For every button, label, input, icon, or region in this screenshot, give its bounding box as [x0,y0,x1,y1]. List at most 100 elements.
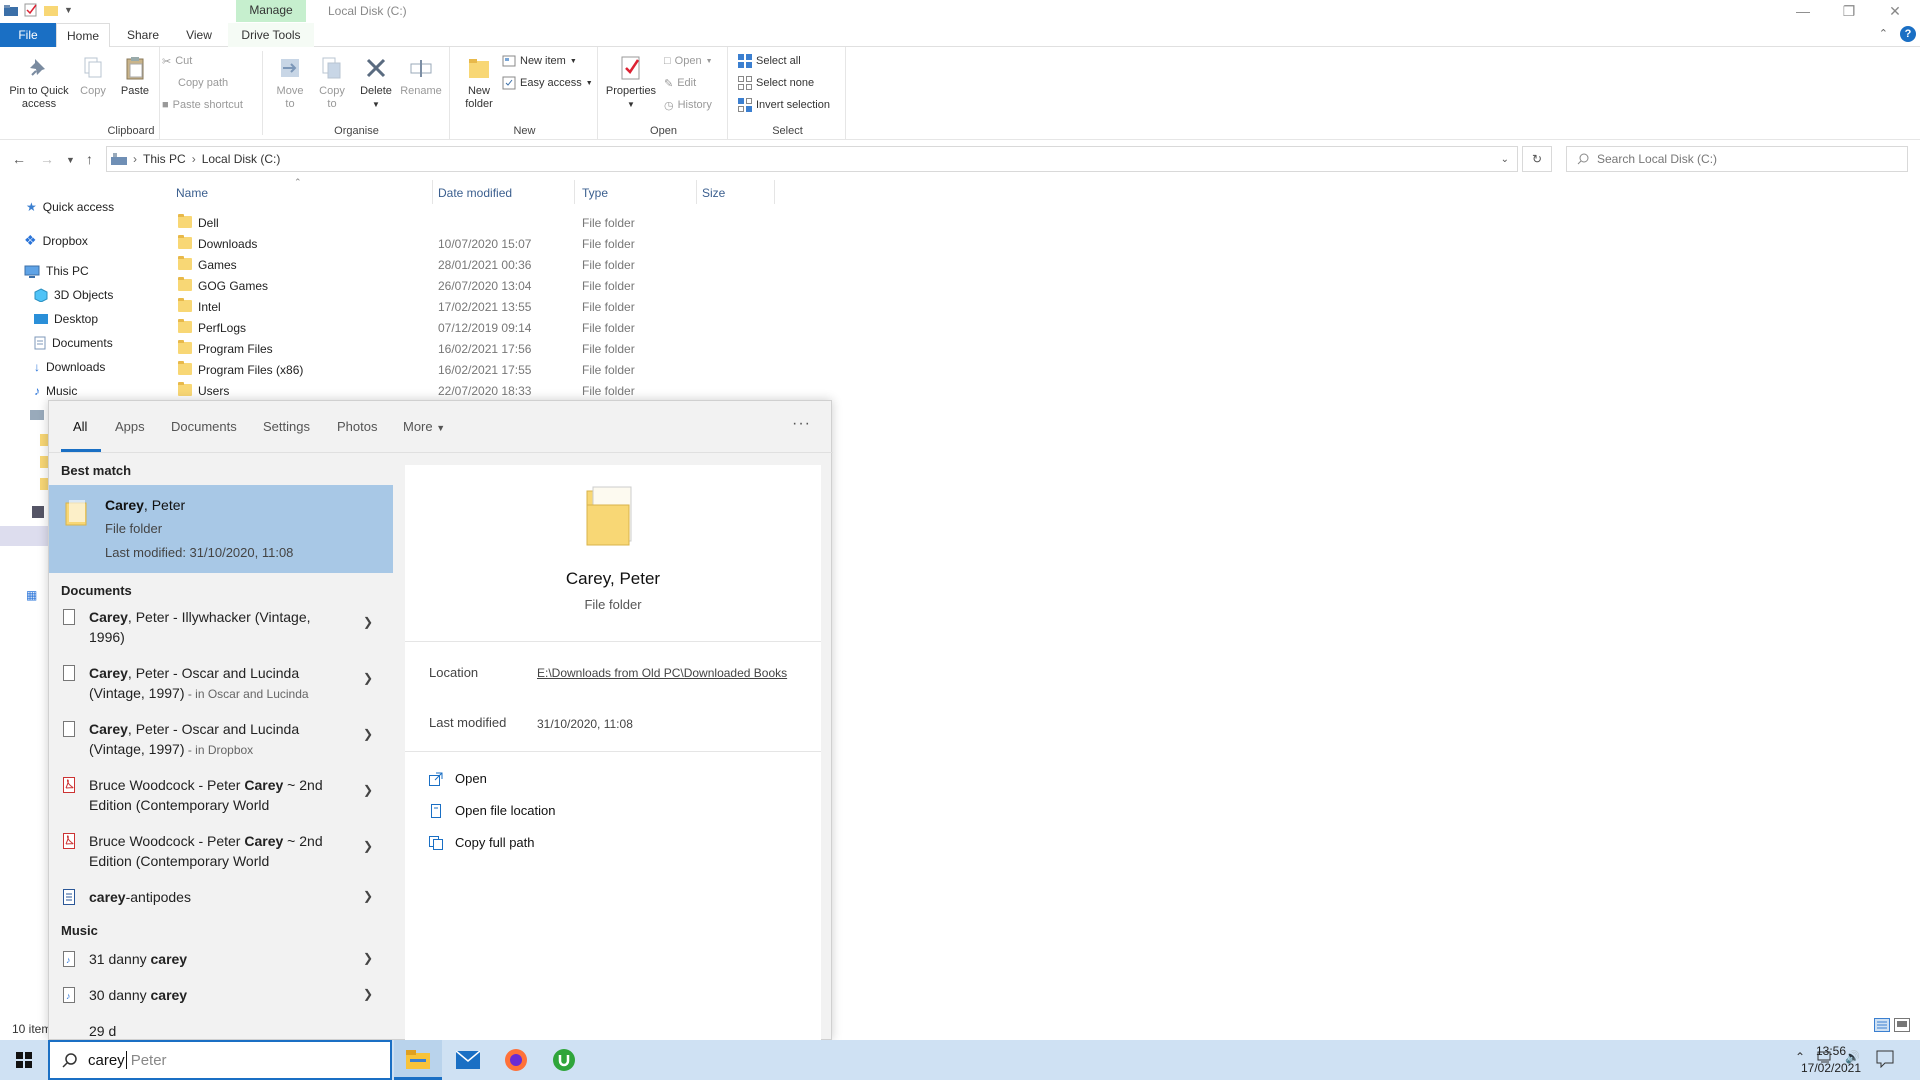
forward-arrow-icon[interactable]: → [40,151,54,167]
delete-button[interactable]: Delete ▼ [356,55,396,111]
music-result[interactable]: ♪ 30 danny carey ❯ [49,985,393,1011]
document-result[interactable]: carey-antipodes ❯ [49,887,393,915]
file-row[interactable]: GOG Games 26/07/2020 13:04 File folder [170,275,770,296]
properties-button[interactable]: Properties ▼ [602,55,660,111]
file-row[interactable]: Program Files 16/02/2021 17:56 File folder [170,338,770,359]
document-result[interactable]: Bruce Woodcock - Peter Carey ~ 2nd Editi… [49,831,393,875]
chevron-right-icon[interactable]: ❯ [363,839,373,853]
column-header-size[interactable]: Size [702,186,725,200]
new-item-button[interactable]: New item ▼ [502,53,577,69]
chevron-right-icon[interactable]: ❯ [363,987,373,1001]
paste-button[interactable]: Paste [116,55,154,98]
document-result[interactable]: Carey, Peter - Oscar and Lucinda (Vintag… [49,663,393,707]
invert-selection-button[interactable]: Invert selection [738,97,830,113]
tab-file[interactable]: File [0,23,56,47]
select-none-button[interactable]: Select none [738,75,814,91]
notifications-icon[interactable] [1876,1050,1894,1068]
breadcrumb-local-disk[interactable]: Local Disk (C:) [202,152,281,166]
location-link[interactable]: E:\Downloads from Old PC\Downloaded Book… [537,664,807,683]
search-tab-more[interactable]: More ▼ [403,419,445,434]
chevron-right-icon[interactable]: ❯ [363,951,373,965]
column-divider[interactable] [774,180,775,204]
address-dropdown-icon[interactable]: ⌄ [1501,154,1509,165]
column-header-type[interactable]: Type [582,186,608,200]
details-view-icon[interactable] [1874,1018,1890,1032]
rename-button[interactable]: Rename [398,55,444,98]
search-explorer-input[interactable]: Search Local Disk (C:) [1566,146,1908,172]
nav-documents[interactable]: Documents [34,336,113,350]
tab-home[interactable]: Home [56,23,110,48]
nav-dropbox[interactable]: ❖ Dropbox [24,232,88,249]
manage-contextual-tab[interactable]: Manage [236,0,306,22]
file-row[interactable]: Intel 17/02/2021 13:55 File folder [170,296,770,317]
action-copy-full-path[interactable]: Copy full path [429,835,535,850]
address-bar[interactable]: › This PC › Local Disk (C:) ⌄ [106,146,1518,172]
collapse-ribbon-icon[interactable]: ⌃ [1879,27,1888,40]
document-result[interactable]: Carey, Peter - Illywhacker (Vintage, 199… [49,607,393,651]
delete-dropdown-icon[interactable]: ▼ [356,98,396,111]
large-icons-view-icon[interactable] [1894,1018,1910,1032]
new-folder-qat-icon[interactable] [44,4,58,16]
column-divider[interactable] [696,180,697,204]
restore-button[interactable]: ❐ [1826,0,1872,22]
help-icon[interactable]: ? [1900,26,1916,42]
start-button[interactable] [0,1040,48,1080]
cut-button[interactable]: ✂ Cut [162,53,192,69]
nav-this-pc[interactable]: This PC [24,264,89,278]
pin-quick-access-button[interactable]: Pin to Quick access [4,55,74,111]
search-tab-apps[interactable]: Apps [115,419,145,434]
column-divider[interactable] [574,180,575,204]
refresh-icon[interactable]: ↻ [1522,146,1552,172]
file-row[interactable]: Downloads 10/07/2020 15:07 File folder [170,233,770,254]
tab-share[interactable]: Share [116,23,170,47]
chevron-right-icon[interactable]: ❯ [363,783,373,797]
tab-view[interactable]: View [172,23,226,47]
recent-locations-icon[interactable]: ▼ [66,155,75,165]
nav-music[interactable]: ♪ Music [34,384,77,398]
easy-access-button[interactable]: Easy access ▼ [502,75,593,91]
nav-quick-access[interactable]: ★ Quick access [26,200,114,214]
new-folder-button[interactable]: New folder [456,55,502,111]
select-all-button[interactable]: Select all [738,53,801,69]
copy-to-button[interactable]: Copy to [312,55,352,111]
paste-shortcut-button[interactable]: ■ Paste shortcut [162,97,243,113]
move-to-button[interactable]: Move to [270,55,310,111]
search-tab-settings[interactable]: Settings [263,419,310,434]
music-result[interactable]: ♪ 31 danny carey ❯ [49,949,393,975]
nav-downloads[interactable]: ↓ Downloads [34,360,105,374]
search-tab-photos[interactable]: Photos [337,419,377,434]
file-row[interactable]: Program Files (x86) 16/02/2021 17:55 File … [170,359,770,380]
action-open[interactable]: Open [429,771,487,786]
taskbar-search-input[interactable]: carey Peter [48,1040,392,1080]
breadcrumb-this-pc[interactable]: This PC [143,152,186,166]
tab-drive-tools[interactable]: Drive Tools [228,23,314,47]
customize-qat-icon[interactable]: ▼ [64,5,73,15]
taskbar-file-explorer[interactable] [394,1040,442,1080]
properties-dropdown-icon[interactable]: ▼ [602,98,660,111]
chevron-right-icon[interactable]: ❯ [363,615,373,629]
search-tab-documents[interactable]: Documents [171,419,237,434]
history-button[interactable]: ◷ History [664,97,712,113]
document-result[interactable]: Carey, Peter - Oscar and Lucinda (Vintag… [49,719,393,763]
close-button[interactable]: ✕ [1872,0,1918,22]
taskbar-mail[interactable] [444,1040,492,1080]
search-tab-all[interactable]: All [73,419,87,434]
file-row[interactable]: PerfLogs 07/12/2019 09:14 File folder [170,317,770,338]
column-header-date[interactable]: Date modified [438,186,512,200]
back-arrow-icon[interactable]: ← [12,151,26,167]
copy-button[interactable]: Copy [76,55,110,98]
chevron-right-icon[interactable]: ❯ [363,671,373,685]
edit-button[interactable]: ✎ Edit [664,75,696,91]
nav-3d-objects[interactable]: 3D Objects [34,288,113,302]
taskbar-utorrent[interactable] [540,1040,588,1080]
music-result[interactable]: 29 d [49,1021,393,1041]
action-open-file-location[interactable]: Open file location [429,803,555,818]
column-divider[interactable] [432,180,433,204]
open-button[interactable]: □ Open ▼ [664,53,713,69]
file-row[interactable]: Users 22/07/2020 18:33 File folder [170,380,770,401]
up-arrow-icon[interactable]: ↑ [86,151,93,167]
best-match-item[interactable]: Carey, Peter File folder Last modified: … [49,485,393,573]
explorer-app-icon[interactable] [4,4,18,16]
selected-drive-row[interactable] [0,526,50,546]
taskbar-clock[interactable]: 13:56 17/02/2021 [1796,1043,1866,1077]
